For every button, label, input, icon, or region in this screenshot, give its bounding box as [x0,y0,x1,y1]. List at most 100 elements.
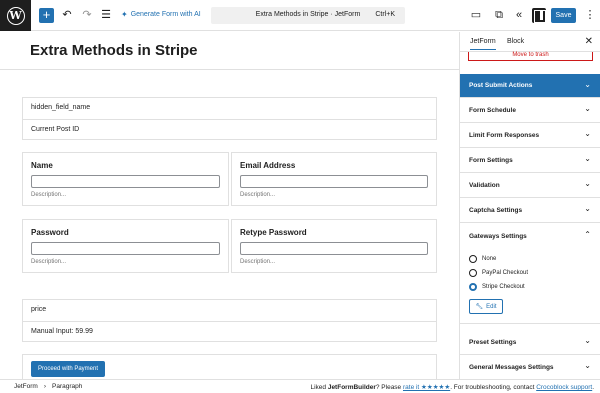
edit-gateway-button[interactable]: 🔧︎ Edit [469,299,503,314]
chevron-down-icon: ⌄ [584,179,591,188]
radio-button[interactable] [469,255,477,263]
radio-button-checked[interactable] [469,283,477,291]
note-brand: JetFormBuilder [327,384,376,391]
field-description: Description... [31,259,67,265]
tab-jetform[interactable]: JetForm [470,38,496,50]
panel-title: Validation [469,182,500,189]
command-shortcut: Ctrl+K [375,11,395,18]
rating-note: Liked JetFormBuilder? Please rate it ★★★… [310,383,594,391]
panel-title: General Messages Settings [469,364,554,371]
password-input[interactable] [31,242,220,255]
field-email[interactable]: Email Address Description... [231,152,437,206]
gateway-option-stripe[interactable]: Stripe Checkout [469,283,525,291]
panel-title: Post Submit Actions [469,82,533,89]
panel-form-schedule[interactable]: Form Schedule ⌄ [460,98,600,123]
panel-title: Form Settings [469,157,513,164]
price-field-block[interactable]: price Manual Input: 59.99 [22,299,437,342]
panel-title: Preset Settings [469,339,517,346]
note-text: . For troubleshooting, contact [450,384,537,391]
retype-password-input[interactable] [240,242,428,255]
field-label: Password [31,228,69,237]
breadcrumb-item[interactable]: Paragraph [52,383,82,390]
chevron-down-icon: ⌄ [584,80,591,89]
redo-icon[interactable]: ↷ [81,9,93,21]
email-input[interactable] [240,175,428,188]
external-link-icon[interactable]: ⧉ [493,9,505,21]
price-field-value: Manual Input: 59.99 [31,328,93,335]
panel-title: Form Schedule [469,107,516,114]
gateway-option-label: PayPal Checkout [482,270,529,276]
panel-title: Captcha Settings [469,207,523,214]
name-input[interactable] [31,175,220,188]
breadcrumb-item[interactable]: JetForm [14,383,38,390]
close-icon[interactable]: ✕ [585,36,593,47]
gateway-option-none[interactable]: None [469,255,496,263]
add-block-button[interactable]: + [39,8,54,23]
gateway-option-label: None [482,256,497,262]
panel-title: Gateways Settings [469,233,527,240]
field-label: Name [31,161,53,170]
proceed-with-payment-button[interactable]: Proceed with Payment [31,361,105,377]
field-description: Description... [240,192,276,198]
wordpress-logo-icon[interactable]: W [0,0,31,31]
gateway-option-paypal[interactable]: PayPal Checkout [469,269,528,277]
hidden-field-name: hidden_field_name [31,104,91,111]
document-bar[interactable]: Extra Methods in Stripe · JetForm Ctrl+K [211,7,405,24]
panel-validation[interactable]: Validation ⌄ [460,173,600,198]
save-button[interactable]: Save [551,8,576,23]
sparkle-icon: ✦ [121,10,128,19]
hidden-field-value: Current Post ID [31,126,80,133]
panel-title: Limit Form Responses [469,132,540,139]
radio-button[interactable] [469,269,477,277]
chevron-up-icon: ⌃ [584,230,591,239]
undo-icon[interactable]: ↶ [61,9,73,21]
note-text: ? Please [375,384,403,391]
list-view-icon[interactable]: ☰ [100,9,112,21]
payment-button-block[interactable]: Proceed with Payment [22,354,437,379]
rate-it-link[interactable]: rate it ★★★★★ [403,384,450,391]
editor-canvas: Extra Methods in Stripe hidden_field_nam… [0,32,459,379]
divider [23,119,436,120]
move-to-trash-button[interactable]: Move to trash [468,52,593,61]
field-description: Description... [31,192,67,198]
divider [23,321,436,322]
note-text: Liked [310,384,328,391]
panel-preset-settings[interactable]: Preset Settings ⌄ [460,330,600,355]
chevron-down-icon: ⌄ [584,129,591,138]
edit-label: Edit [486,303,497,310]
chevron-down-icon: ⌄ [584,104,591,113]
more-options-icon[interactable]: ⋮ [584,9,596,21]
field-retype-password[interactable]: Retype Password Description... [231,219,437,273]
panel-form-settings[interactable]: Form Settings ⌄ [460,148,600,173]
collapse-icon[interactable]: « [513,9,525,21]
hidden-field-block[interactable]: hidden_field_name Current Post ID [22,97,437,140]
sidebar-tabs: JetForm Block ✕ [460,32,600,52]
crocoblock-support-link[interactable]: Crocoblock support [536,384,592,391]
chevron-down-icon: ⌄ [584,204,591,213]
chevron-down-icon: ⌄ [584,154,591,163]
note-text: . [592,384,594,391]
breadcrumb: JetForm › Paragraph [14,383,82,390]
panel-post-submit-actions[interactable]: Post Submit Actions ⌄ [460,74,600,98]
panel-limit-form-responses[interactable]: Limit Form Responses ⌄ [460,123,600,148]
editor-footer: JetForm › Paragraph Liked JetFormBuilder… [0,379,600,393]
field-label: Retype Password [240,228,307,237]
chevron-right-icon: › [43,383,47,390]
field-name[interactable]: Name Description... [22,152,229,206]
editor-topbar: W + ↶ ↷ ☰ ✦ Generate Form with AI Extra … [0,0,600,31]
desktop-preview-icon[interactable]: ▭ [470,9,482,21]
chevron-down-icon: ⌄ [584,336,591,345]
price-field-name: price [31,306,47,313]
field-password[interactable]: Password Description... [22,219,229,273]
chevron-down-icon: ⌄ [584,361,591,370]
field-label: Email Address [240,161,296,170]
title-area: Extra Methods in Stripe [0,32,459,70]
panel-captcha-settings[interactable]: Captcha Settings ⌄ [460,198,600,223]
panel-gateways-settings[interactable]: Gateways Settings ⌃ None PayPal Checkout… [460,223,600,324]
generate-form-ai-button[interactable]: ✦ Generate Form with AI [121,10,201,19]
panel-general-messages[interactable]: General Messages Settings ⌄ [460,355,600,379]
settings-sidebar-toggle-icon[interactable] [532,8,546,23]
settings-sidebar: JetForm Block ✕ Move to trash Post Submi… [459,32,600,379]
page-title[interactable]: Extra Methods in Stripe [30,42,198,59]
tab-block[interactable]: Block [507,38,524,45]
